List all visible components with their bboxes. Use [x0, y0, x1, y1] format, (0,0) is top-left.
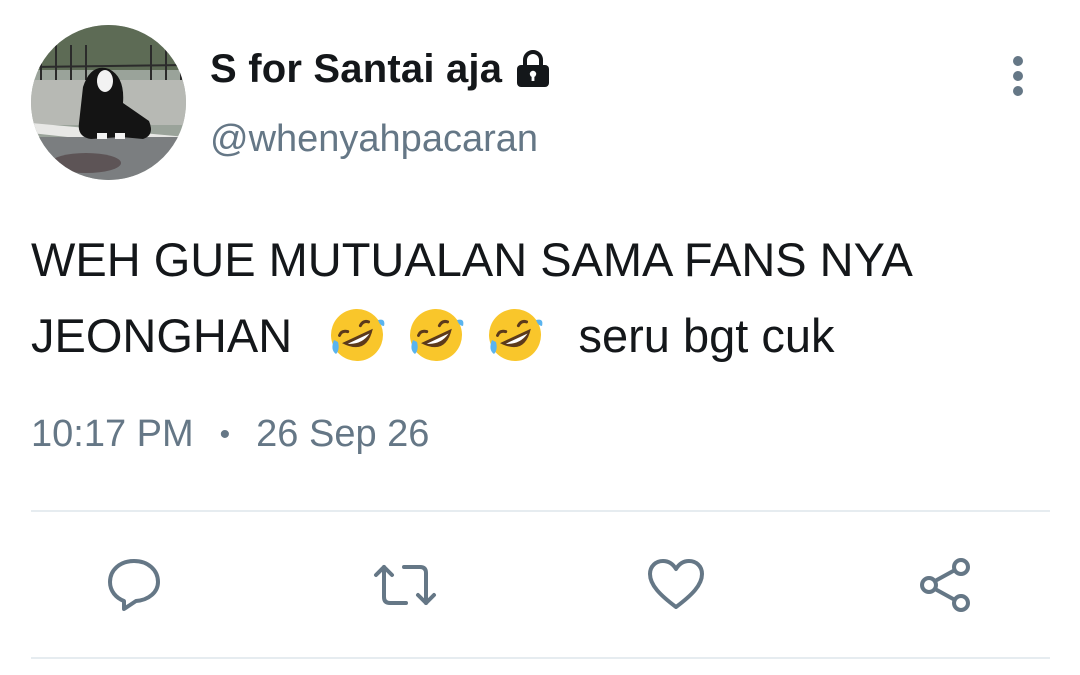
share-button[interactable] [915, 555, 975, 615]
tweet-time[interactable]: 10:17 PM [31, 413, 194, 456]
handle[interactable]: @whenyahpacaran [210, 118, 538, 161]
reply-button[interactable] [104, 555, 164, 615]
tweet-text-segment: seru bgt cuk [578, 309, 835, 362]
meta-separator: • [219, 417, 231, 451]
heart-icon [648, 559, 704, 609]
more-options-icon[interactable] [1003, 55, 1033, 97]
rolling-on-the-floor-laughing-emoji-icon [410, 309, 464, 361]
avatar[interactable] [31, 25, 186, 180]
retweet-button[interactable] [372, 555, 436, 615]
divider [31, 510, 1050, 512]
author-row: S for Santai aja [210, 44, 554, 94]
divider [31, 657, 1050, 659]
tweet-text-line: WEH GUE MUTUALAN SAMA FANS NYA [31, 233, 913, 286]
tweet-text-segment: JEONGHAN [31, 309, 293, 362]
tweet-meta: 10:17 PM • 26 Sep 26 [31, 413, 429, 456]
tweet-text-line: JEONGHAN seru bgt cuk [31, 298, 1041, 374]
retweet-icon [374, 565, 436, 605]
lock-icon [512, 48, 554, 90]
rolling-on-the-floor-laughing-emoji-icon [331, 309, 385, 361]
tweet-date[interactable]: 26 Sep 26 [256, 413, 429, 456]
tweet-text: WEH GUE MUTUALAN SAMA FANS NYA JEONGHAN [31, 222, 1041, 374]
display-name[interactable]: S for Santai aja [210, 47, 502, 92]
share-icon [920, 558, 970, 612]
reply-icon [108, 559, 160, 611]
like-button[interactable] [646, 555, 706, 615]
rolling-on-the-floor-laughing-emoji-icon [489, 309, 543, 361]
